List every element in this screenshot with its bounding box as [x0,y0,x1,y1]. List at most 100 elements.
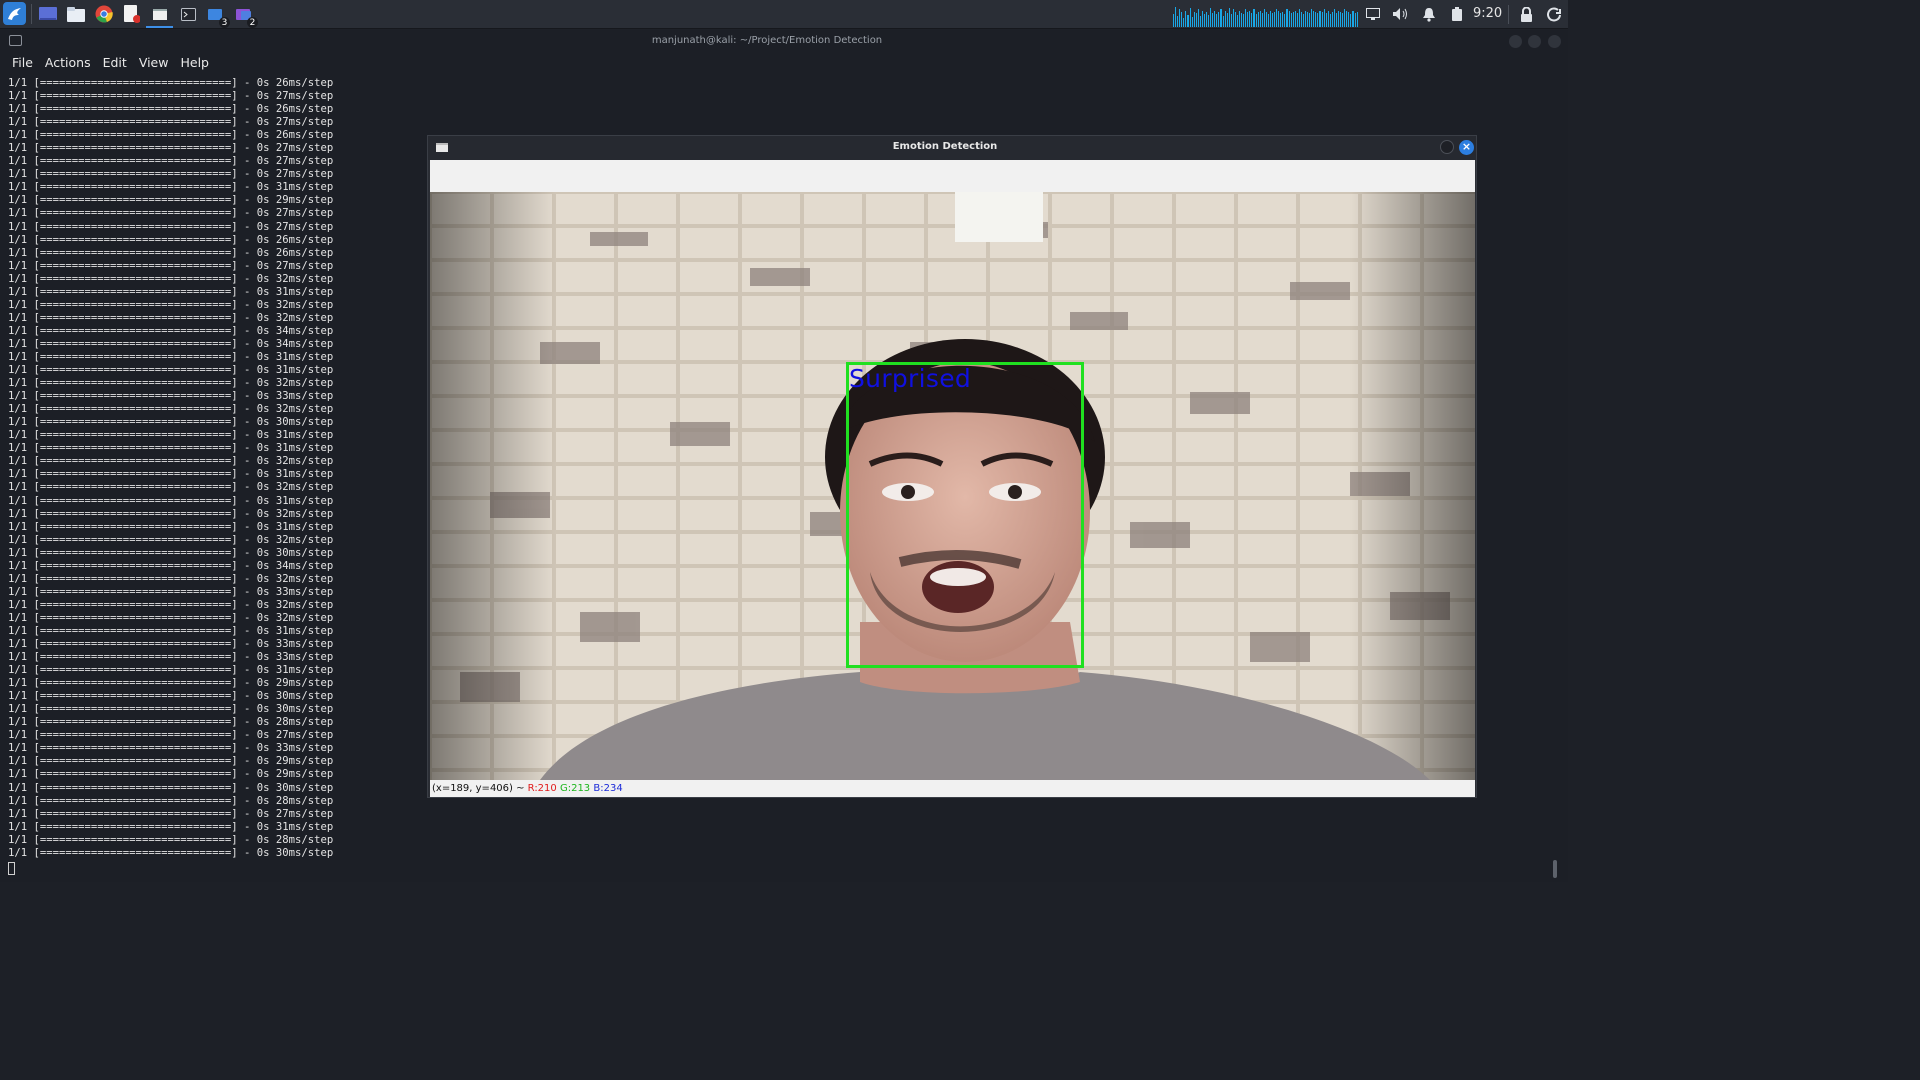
kali-menu-icon[interactable] [3,2,26,25]
terminal-launcher-icon[interactable] [178,4,198,24]
step-time: 31ms/step [275,442,334,455]
maximize-button[interactable] [1528,35,1541,48]
log-prefix: 1/1 [ [8,598,40,611]
cpu-graph-bar [1321,11,1323,27]
log-suffix: ] - 0s [231,233,276,246]
progress-bar-text: ============================== [39,677,232,690]
log-suffix: ] - 0s [231,155,276,168]
emotion-window-minimize-button[interactable] [1440,140,1454,154]
lock-screen-icon[interactable] [1517,4,1535,24]
emotion-window-titlebar[interactable]: Emotion Detection × [428,136,1476,160]
cpu-graph-bar [1203,13,1205,27]
log-prefix: 1/1 [ [8,494,40,507]
step-time: 31ms/step [275,624,334,637]
show-desktop-icon[interactable] [38,4,58,24]
log-line: 1/1 [==============================] - 0… [8,273,333,286]
minimize-button[interactable] [1509,35,1522,48]
log-line: 1/1 [==============================] - 0… [8,351,333,364]
cpu-graph-bar [1338,10,1340,27]
step-time: 26ms/step [275,233,334,246]
step-time: 31ms/step [275,285,334,298]
progress-bar-text: ============================== [39,755,232,768]
terminal-titlebar[interactable]: manjunath@kali: ~/Project/Emotion Detect… [0,30,1568,54]
cpu-graph-bar [1249,10,1251,27]
webcam-feed[interactable]: Surprised [430,192,1475,780]
cpu-graph-bar [1191,17,1193,27]
progress-bar-text: ============================== [39,416,232,429]
padlock-icon [1520,6,1532,22]
progress-bar-text: ============================== [39,624,232,637]
step-time: 32ms/step [275,507,334,520]
cpu-graph-bar [1350,13,1352,27]
progress-bar-text: ============================== [39,285,232,298]
workspace-2-button[interactable]: 2 [234,4,258,28]
log-prefix: 1/1 [ [8,194,40,207]
log-suffix: ] - 0s [231,820,276,833]
terminal-taskbar-button[interactable] [150,4,170,24]
progress-bar-text: ============================== [39,77,232,89]
log-line: 1/1 [==============================] - 0… [8,586,333,599]
file-manager-icon[interactable] [66,4,86,24]
log-line: 1/1 [==============================] - 0… [8,742,333,755]
log-prefix: 1/1 [ [8,90,40,103]
menu-actions[interactable]: Actions [39,54,97,72]
terminal-scrollbar[interactable] [1553,860,1557,878]
workspace-2-badge: 2 [247,17,258,28]
log-suffix: ] - 0s [231,181,276,194]
log-suffix: ] - 0s [231,742,276,755]
progress-bar-text: ============================== [39,403,232,416]
log-prefix: 1/1 [ [8,611,40,624]
log-suffix: ] - 0s [231,481,276,494]
cpu-graph-bar [1294,10,1296,27]
log-prefix: 1/1 [ [8,820,40,833]
cpu-graph-bar [1302,13,1304,27]
progress-bar-text: ============================== [39,703,232,716]
log-prefix: 1/1 [ [8,116,40,129]
chrome-icon[interactable] [94,4,114,24]
log-suffix: ] - 0s [231,103,276,116]
log-line: 1/1 [==============================] - 0… [8,755,333,768]
log-line: 1/1 [==============================] - 0… [8,768,333,781]
log-prefix: 1/1 [ [8,207,40,220]
log-prefix: 1/1 [ [8,624,40,637]
notifications-icon[interactable] [1420,4,1438,24]
emotion-window-close-button[interactable]: × [1459,140,1474,155]
menu-file[interactable]: File [0,54,39,72]
step-time: 27ms/step [275,116,334,129]
cpu-graph-bar [1286,9,1288,27]
display-network-icon [1365,7,1380,20]
log-prefix: 1/1 [ [8,572,40,585]
progress-bar-text: ============================== [39,324,232,337]
cpu-graph-bar [1274,11,1276,27]
close-button[interactable] [1548,35,1561,48]
log-prefix: 1/1 [ [8,846,40,859]
cpu-graph-bar [1276,9,1278,27]
step-time: 32ms/step [275,377,334,390]
step-time: 30ms/step [275,416,334,429]
workspace-3-button[interactable]: 3 [206,4,230,28]
menu-edit[interactable]: Edit [97,54,133,72]
battery-icon[interactable] [1448,4,1466,24]
terminal-output[interactable]: 1/1 [==============================] - 0… [8,77,333,860]
cpu-graph-bar [1218,11,1220,27]
bell-icon [1423,7,1435,22]
panel-clock[interactable]: 9:20 [1473,6,1502,21]
step-time: 26ms/step [275,77,334,89]
log-suffix: ] - 0s [231,520,276,533]
step-time: 27ms/step [275,807,334,820]
volume-icon[interactable] [1392,4,1410,24]
progress-bar-text: ============================== [39,742,232,755]
menu-view[interactable]: View [133,54,175,72]
cpu-graph-bar [1282,11,1284,27]
menu-help[interactable]: Help [174,54,215,72]
progress-bar-text: ============================== [39,272,232,285]
step-time: 27ms/step [275,729,334,742]
network-icon[interactable] [1364,4,1382,24]
log-prefix: 1/1 [ [8,390,40,403]
cpu-graph-bar [1243,13,1245,27]
logout-icon[interactable] [1545,4,1563,24]
text-editor-icon[interactable] [122,4,142,24]
log-suffix: ] - 0s [231,807,276,820]
log-suffix: ] - 0s [231,298,276,311]
step-time: 31ms/step [275,664,334,677]
